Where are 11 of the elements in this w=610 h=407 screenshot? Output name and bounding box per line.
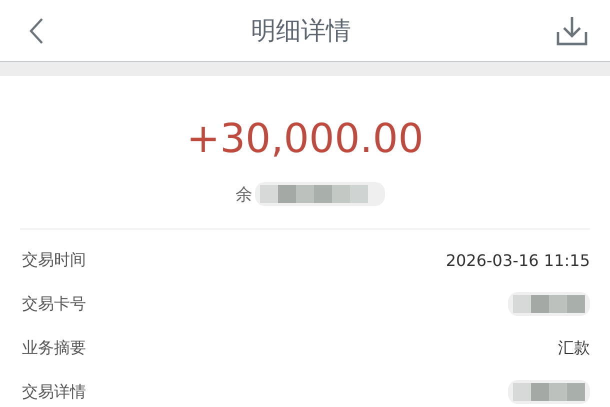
detail-label: 交易卡号 (22, 294, 86, 314)
detail-label: 交易详情 (22, 382, 86, 402)
detail-label: 交易时间 (22, 250, 86, 270)
amount: +30,000.00 (186, 115, 424, 164)
download-icon (556, 16, 588, 46)
balance-label: 余 (236, 184, 252, 206)
detail-label: 业务摘要 (22, 338, 86, 358)
detail-value: 汇款 (558, 338, 590, 358)
download-button[interactable] (556, 16, 588, 46)
page-title: 明细详情 (251, 15, 351, 47)
detail-value: 2026-03-16 11:15 (446, 250, 590, 270)
